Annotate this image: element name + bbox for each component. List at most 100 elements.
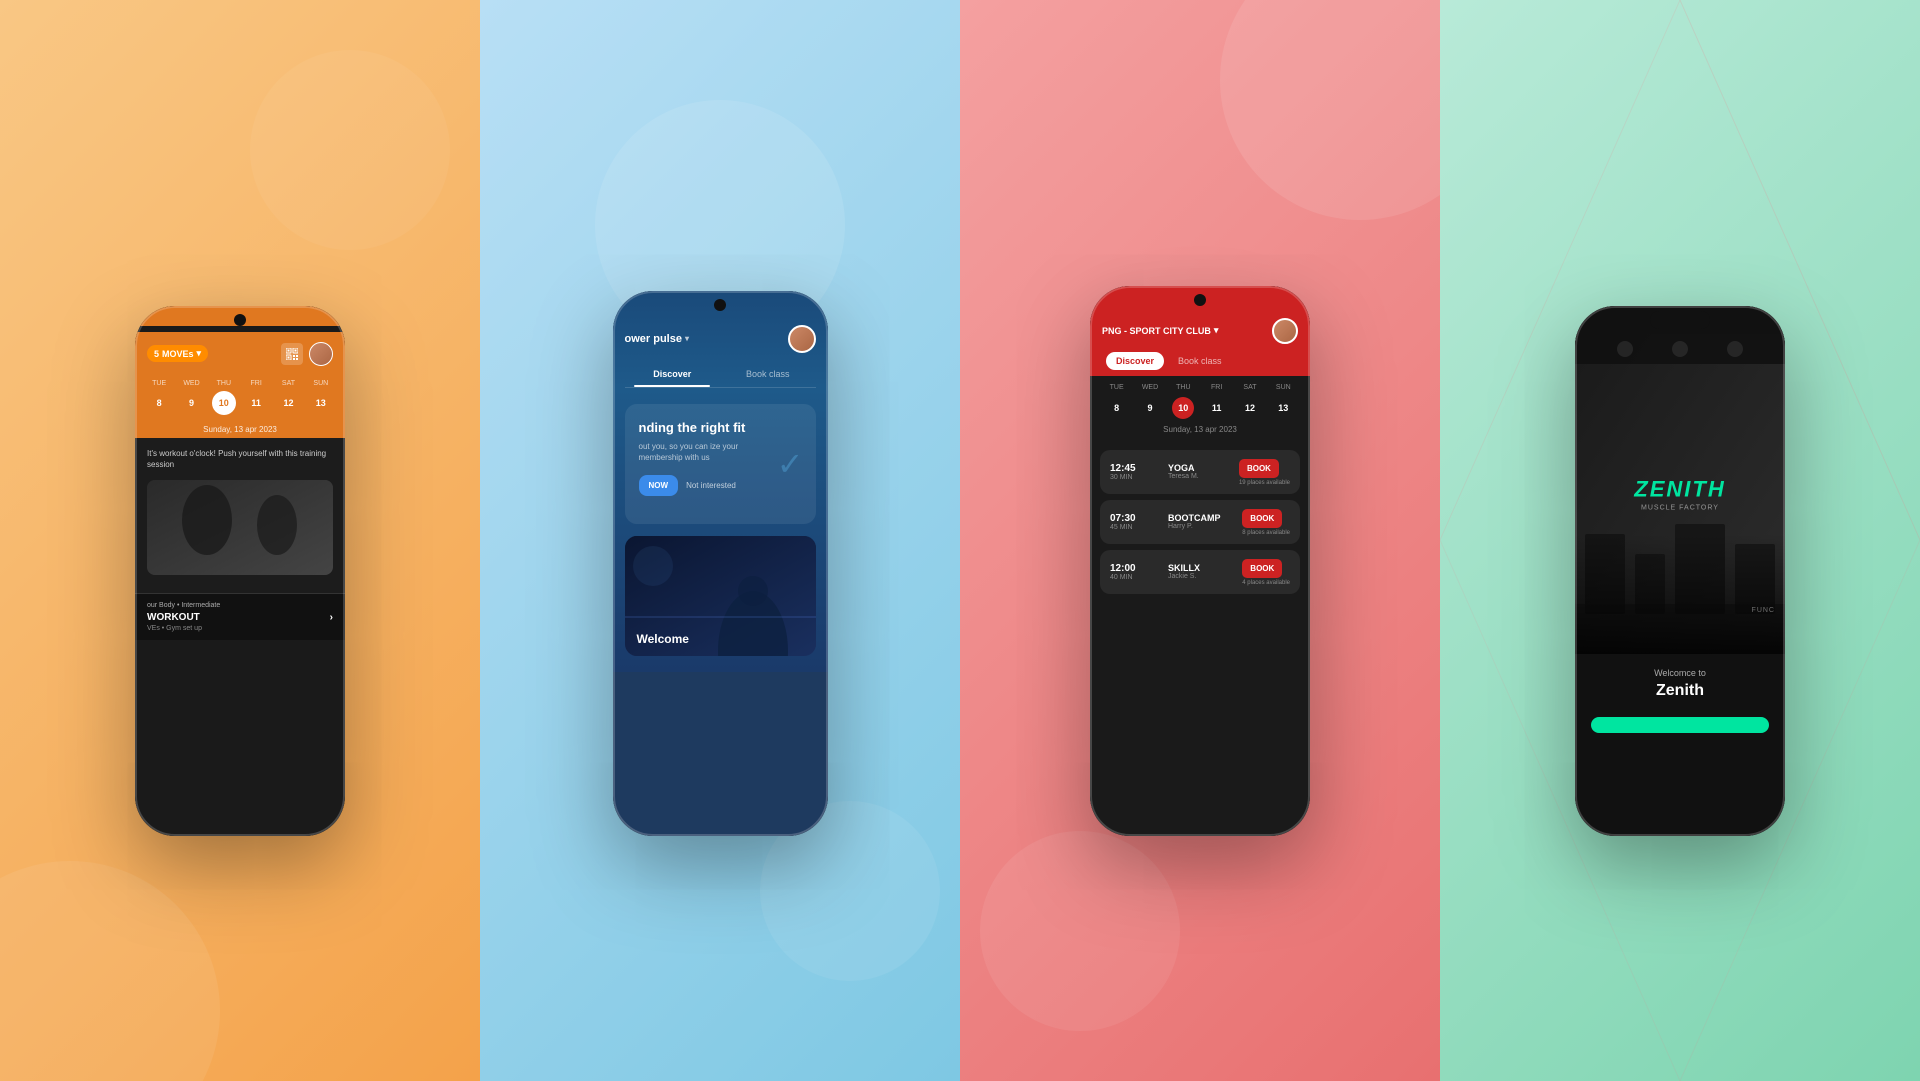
phone4-zenith-logo: ZENITH MUSCLE FACTORY: [1634, 476, 1725, 511]
phone3-chevron-icon: ▾: [1214, 325, 1219, 336]
phone1-workout-tag: our Body • Intermediate: [147, 602, 333, 609]
skillx-duration: 40 MIN: [1110, 574, 1160, 581]
phone-screen-2: ower pulse ▾ Discover Book class ✓ nding…: [613, 291, 828, 836]
bootcamp-time: 07:30: [1110, 513, 1160, 524]
person-silhouette: [147, 480, 333, 575]
skillx-time-block: 12:00 40 MIN: [1110, 563, 1160, 581]
skillx-book-section: BOOK 4 places available: [1242, 558, 1290, 586]
tab-discover[interactable]: Discover: [625, 361, 721, 387]
phone1-day-numbers: 8 9 10 11 12 13: [143, 391, 337, 415]
bootcamp-info: BOOTCAMP Harry P.: [1168, 513, 1234, 530]
phone2-notch: [714, 299, 726, 311]
phone-screen-4: ZENITH MUSCLE FACTORY FUNC Welcomce to Z…: [1575, 306, 1785, 836]
zenith-title: ZENITH: [1634, 476, 1725, 502]
phone1-content: It's workout o'clock! Push yourself with…: [135, 438, 345, 593]
phone1-avatar[interactable]: [309, 342, 333, 366]
phone-frame-3: PNG - SPORT CITY CLUB ▾ Discover Book cl…: [1090, 286, 1310, 836]
phone4-notch-bar: [1575, 306, 1785, 334]
class-card-yoga: 12:45 30 MIN YOGA Teresa M. BOOK 19 plac…: [1100, 450, 1300, 494]
phone3-notch: [1194, 294, 1206, 306]
skillx-book-button[interactable]: BOOK: [1242, 559, 1282, 578]
phone-frame-4: ZENITH MUSCLE FACTORY FUNC Welcomce to Z…: [1575, 306, 1785, 836]
phone3-tabs: Discover Book class: [1102, 352, 1298, 376]
bootcamp-time-block: 07:30 45 MIN: [1110, 513, 1160, 531]
phone1-badge-label: MOVEs: [162, 349, 194, 359]
yoga-instructor: Teresa M.: [1168, 473, 1231, 480]
phone2-avatar[interactable]: [788, 325, 816, 353]
phone1-workout-title: WORKOUT ›: [147, 612, 333, 623]
phone4-dark-overlay: [1575, 534, 1785, 654]
yoga-info: YOGA Teresa M.: [1168, 463, 1231, 480]
phone1-notch: [234, 314, 246, 326]
phone1-workout-sub: VEs • Gym set up: [147, 625, 333, 632]
skillx-info: SKILLX Jackie S.: [1168, 563, 1234, 580]
deco-circle-5: [1220, 0, 1440, 220]
yoga-book-section: BOOK 19 places available: [1239, 458, 1290, 486]
start-now-button[interactable]: NOW: [639, 475, 679, 496]
bootcamp-book-button[interactable]: BOOK: [1242, 509, 1282, 528]
phone4-gym-image: ZENITH MUSCLE FACTORY FUNC: [1575, 334, 1785, 654]
phone4-notch: [1650, 311, 1710, 329]
phone3-date-label: Sunday, 13 apr 2023: [1100, 425, 1300, 434]
yoga-book-button[interactable]: BOOK: [1239, 459, 1279, 478]
check-icon: ✓: [777, 445, 804, 483]
phone2-welcome-image: Welcome: [625, 536, 816, 656]
yoga-time: 12:45: [1110, 463, 1160, 474]
not-interested-button[interactable]: Not interested: [686, 475, 736, 496]
phone3-calendar: TUE WED THU FRI SAT SUN 8 9 10 11 12 13 …: [1090, 376, 1310, 442]
phone3-club-name: PNG - SPORT CITY CLUB ▾: [1102, 325, 1218, 336]
yoga-time-block: 12:45 30 MIN: [1110, 463, 1160, 481]
tab-book-class[interactable]: Book class: [720, 361, 816, 387]
tab3-discover[interactable]: Discover: [1106, 352, 1164, 370]
phone2-content: ✓ nding the right fit out you, so you ca…: [613, 388, 828, 672]
bootcamp-book-section: BOOK 8 places available: [1242, 508, 1290, 536]
zenith-subtitle: MUSCLE FACTORY: [1634, 504, 1725, 511]
phone1-chevron-icon: ▾: [197, 348, 202, 359]
phone1-icons: [281, 342, 333, 366]
phone-frame-1: 5 MOVEs ▾: [135, 306, 345, 836]
phone1-header: 5 MOVEs ▾: [135, 332, 345, 374]
phone3-day-numbers: 8 9 10 11 12 13: [1100, 397, 1300, 419]
phone3-avatar[interactable]: [1272, 318, 1298, 344]
phone-screen-1: 5 MOVEs ▾: [135, 306, 345, 836]
phone3-top-bar: PNG - SPORT CITY CLUB ▾: [1102, 310, 1298, 352]
phone1-message: It's workout o'clock! Push yourself with…: [147, 448, 333, 470]
deco-circle-1: [0, 861, 220, 1081]
phone4-footer: Welcomce to Zenith: [1575, 654, 1785, 747]
skillx-instructor: Jackie S.: [1168, 573, 1234, 580]
tab3-book[interactable]: Book class: [1168, 352, 1232, 370]
skillx-places: 4 places available: [1242, 580, 1290, 586]
phone1-chevron-icon[interactable]: ›: [330, 612, 333, 623]
phone1-badge: 5 MOVEs ▾: [147, 345, 208, 362]
phone-screen-3: PNG - SPORT CITY CLUB ▾ Discover Book cl…: [1090, 286, 1310, 836]
phone4-gym-name: Zenith: [1591, 682, 1769, 700]
phone1-workout-image: [147, 480, 333, 575]
qr-icon[interactable]: [281, 343, 303, 365]
phone1-date-label: Sunday, 13 apr 2023: [135, 421, 345, 438]
phone2-card-text: out you, so you can ize your membership …: [639, 441, 779, 463]
phone2-welcome-text: Welcome: [637, 632, 689, 646]
yoga-places: 19 places available: [1239, 480, 1290, 486]
phone4-welcome-text: Welcomce to: [1591, 668, 1769, 678]
phone3-days-header: TUE WED THU FRI SAT SUN: [1100, 384, 1300, 391]
phone2-chevron-icon[interactable]: ▾: [685, 334, 689, 343]
phone1-workout-footer: our Body • Intermediate WORKOUT › VEs • …: [135, 593, 345, 640]
phone2-tabs: Discover Book class: [625, 361, 816, 388]
yoga-duration: 30 MIN: [1110, 474, 1160, 481]
class-card-bootcamp: 07:30 45 MIN BOOTCAMP Harry P. BOOK 8 pl…: [1100, 500, 1300, 544]
phone2-personalization-card: ✓ nding the right fit out you, so you ca…: [625, 404, 816, 524]
zenith-cta-button[interactable]: [1591, 717, 1769, 733]
phone-frame-2: ower pulse ▾ Discover Book class ✓ nding…: [613, 291, 828, 836]
section-orange: 5 MOVEs ▾: [0, 0, 480, 1081]
bootcamp-instructor: Harry P.: [1168, 523, 1234, 530]
phone4-equipment-label: FUNC: [1752, 607, 1775, 614]
phone3-header: PNG - SPORT CITY CLUB ▾ Discover Book cl…: [1090, 286, 1310, 376]
yoga-name: YOGA: [1168, 463, 1231, 473]
bootcamp-name: BOOTCAMP: [1168, 513, 1234, 523]
skillx-name: SKILLX: [1168, 563, 1234, 573]
bootcamp-places: 8 places available: [1242, 530, 1290, 536]
skillx-time: 12:00: [1110, 563, 1160, 574]
phone2-card-title: nding the right fit: [639, 420, 802, 435]
section-pink: PNG - SPORT CITY CLUB ▾ Discover Book cl…: [960, 0, 1440, 1081]
class-card-skillx: 12:00 40 MIN SKILLX Jackie S. BOOK 4 pla…: [1100, 550, 1300, 594]
